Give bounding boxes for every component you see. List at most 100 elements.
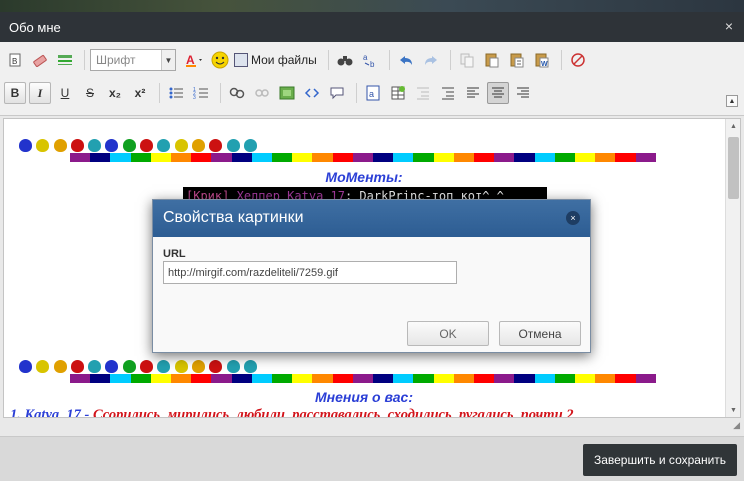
scroll-down-icon[interactable]: ▼ xyxy=(726,403,740,417)
rainbow-segment xyxy=(352,153,374,162)
rainbow-segment xyxy=(433,153,454,162)
paw-icon xyxy=(53,139,67,152)
copy-icon[interactable] xyxy=(456,49,478,71)
chevron-down-icon[interactable]: ▼ xyxy=(161,50,175,70)
rainbow-segment xyxy=(251,153,273,162)
cancel-button[interactable]: Отмена xyxy=(499,321,581,346)
rainbow-segment xyxy=(494,374,515,383)
bulleted-list-icon[interactable] xyxy=(165,82,187,104)
text-color-icon[interactable]: A xyxy=(184,49,206,71)
dialog-close-icon[interactable]: × xyxy=(566,211,580,225)
scroll-up-icon[interactable]: ▲ xyxy=(726,119,740,133)
numbered-list-icon[interactable]: 123 xyxy=(190,82,212,104)
paw-icon xyxy=(226,139,240,152)
paste-text-icon[interactable] xyxy=(506,49,528,71)
spoiler-icon[interactable]: a xyxy=(362,82,384,104)
rainbow-segment xyxy=(171,374,192,383)
window-close-icon[interactable]: × xyxy=(725,18,733,34)
opinion-line: 1. Katya_17 - Ссорились, мирились, любил… xyxy=(10,407,574,417)
svg-text:A: A xyxy=(186,53,195,67)
image-icon[interactable] xyxy=(276,82,298,104)
horizontal-rule-icon[interactable] xyxy=(54,49,76,71)
rainbow-segment xyxy=(575,374,596,383)
paw-icon xyxy=(243,139,257,152)
align-center-icon[interactable] xyxy=(487,82,509,104)
strikethrough-icon: S xyxy=(85,86,94,100)
url-input[interactable] xyxy=(163,261,457,284)
paw-icon xyxy=(157,360,171,373)
toolbar-separator xyxy=(560,50,562,70)
italic-button[interactable]: I xyxy=(29,82,51,104)
toolbar-collapse-icon[interactable]: ▲ xyxy=(726,95,738,107)
rainbow-divider-bottom xyxy=(70,374,656,383)
code-icon[interactable] xyxy=(301,82,323,104)
toolbar-row-1: В Шрифт ▼ A Мои файлы a b W xyxy=(4,47,592,73)
rainbow-segment xyxy=(150,153,172,162)
smiley-icon[interactable] xyxy=(209,49,231,71)
rainbow-segment xyxy=(474,374,495,383)
rainbow-segment xyxy=(70,374,91,383)
rainbow-segment xyxy=(373,153,394,162)
rainbow-segment xyxy=(413,374,434,383)
svg-text:b: b xyxy=(370,60,375,68)
rainbow-segment xyxy=(312,153,333,162)
rainbow-segment xyxy=(635,374,656,383)
image-properties-dialog: Свойства картинки × URL OK Отмена xyxy=(152,199,591,353)
paw-icon xyxy=(36,139,50,152)
strikethrough-button[interactable]: S xyxy=(79,82,101,104)
align-left-icon[interactable] xyxy=(462,82,484,104)
window-titlebar: Обо мне × xyxy=(0,12,744,42)
quote-icon[interactable] xyxy=(326,82,348,104)
ok-button[interactable]: OK xyxy=(407,321,489,346)
eraser-icon[interactable] xyxy=(29,49,51,71)
my-files-button[interactable]: Мои файлы xyxy=(234,53,317,67)
rainbow-segment xyxy=(373,374,394,383)
paw-icon xyxy=(122,360,136,373)
rainbow-segment xyxy=(231,374,252,383)
url-label: URL xyxy=(163,248,186,260)
rainbow-segment xyxy=(90,374,111,383)
source-icon[interactable]: В xyxy=(4,49,26,71)
editor-scrollbar[interactable]: ▲ ▼ xyxy=(725,119,740,417)
finish-and-save-button[interactable]: Завершить и сохранить xyxy=(583,444,737,476)
undo-icon[interactable] xyxy=(395,49,417,71)
rainbow-segment xyxy=(191,153,212,162)
dialog-title: Свойства картинки xyxy=(163,209,304,226)
underline-button[interactable]: U xyxy=(54,82,76,104)
paw-icon xyxy=(70,360,84,373)
outdent-icon[interactable] xyxy=(437,82,459,104)
scroll-thumb[interactable] xyxy=(728,137,739,199)
paw-icon xyxy=(191,139,205,152)
superscript-button[interactable]: x² xyxy=(129,82,151,104)
indent-icon[interactable] xyxy=(412,82,434,104)
rainbow-segment xyxy=(514,374,535,383)
rainbow-segment xyxy=(453,374,475,383)
bold-button[interactable]: B xyxy=(4,82,26,104)
paw-icon xyxy=(19,360,32,373)
paw-icon xyxy=(105,139,119,152)
align-right-icon[interactable] xyxy=(512,82,534,104)
rainbow-segment xyxy=(413,153,434,162)
redo-icon[interactable] xyxy=(420,49,442,71)
paw-icon xyxy=(174,360,188,373)
unlink-icon[interactable] xyxy=(251,82,273,104)
subscript-button[interactable]: x₂ xyxy=(104,82,126,104)
table-icon[interactable] xyxy=(387,82,409,104)
font-select[interactable]: Шрифт ▼ xyxy=(90,49,176,71)
replace-icon[interactable]: ab xyxy=(359,49,381,71)
remove-format-icon[interactable] xyxy=(567,49,589,71)
paste-word-icon[interactable]: W xyxy=(531,49,553,71)
rainbow-segment xyxy=(211,153,232,162)
rainbow-segment xyxy=(534,374,555,383)
paste-icon[interactable] xyxy=(481,49,503,71)
rainbow-segment xyxy=(130,374,151,383)
link-icon[interactable] xyxy=(226,82,248,104)
binoculars-icon[interactable] xyxy=(334,49,356,71)
rainbow-segment xyxy=(474,153,495,162)
rainbow-segment xyxy=(575,153,596,162)
paw-icon xyxy=(105,360,119,373)
paw-icon xyxy=(209,139,223,152)
rainbow-segment xyxy=(393,153,414,162)
rainbow-segment xyxy=(615,153,636,162)
rainbow-segment xyxy=(251,374,273,383)
